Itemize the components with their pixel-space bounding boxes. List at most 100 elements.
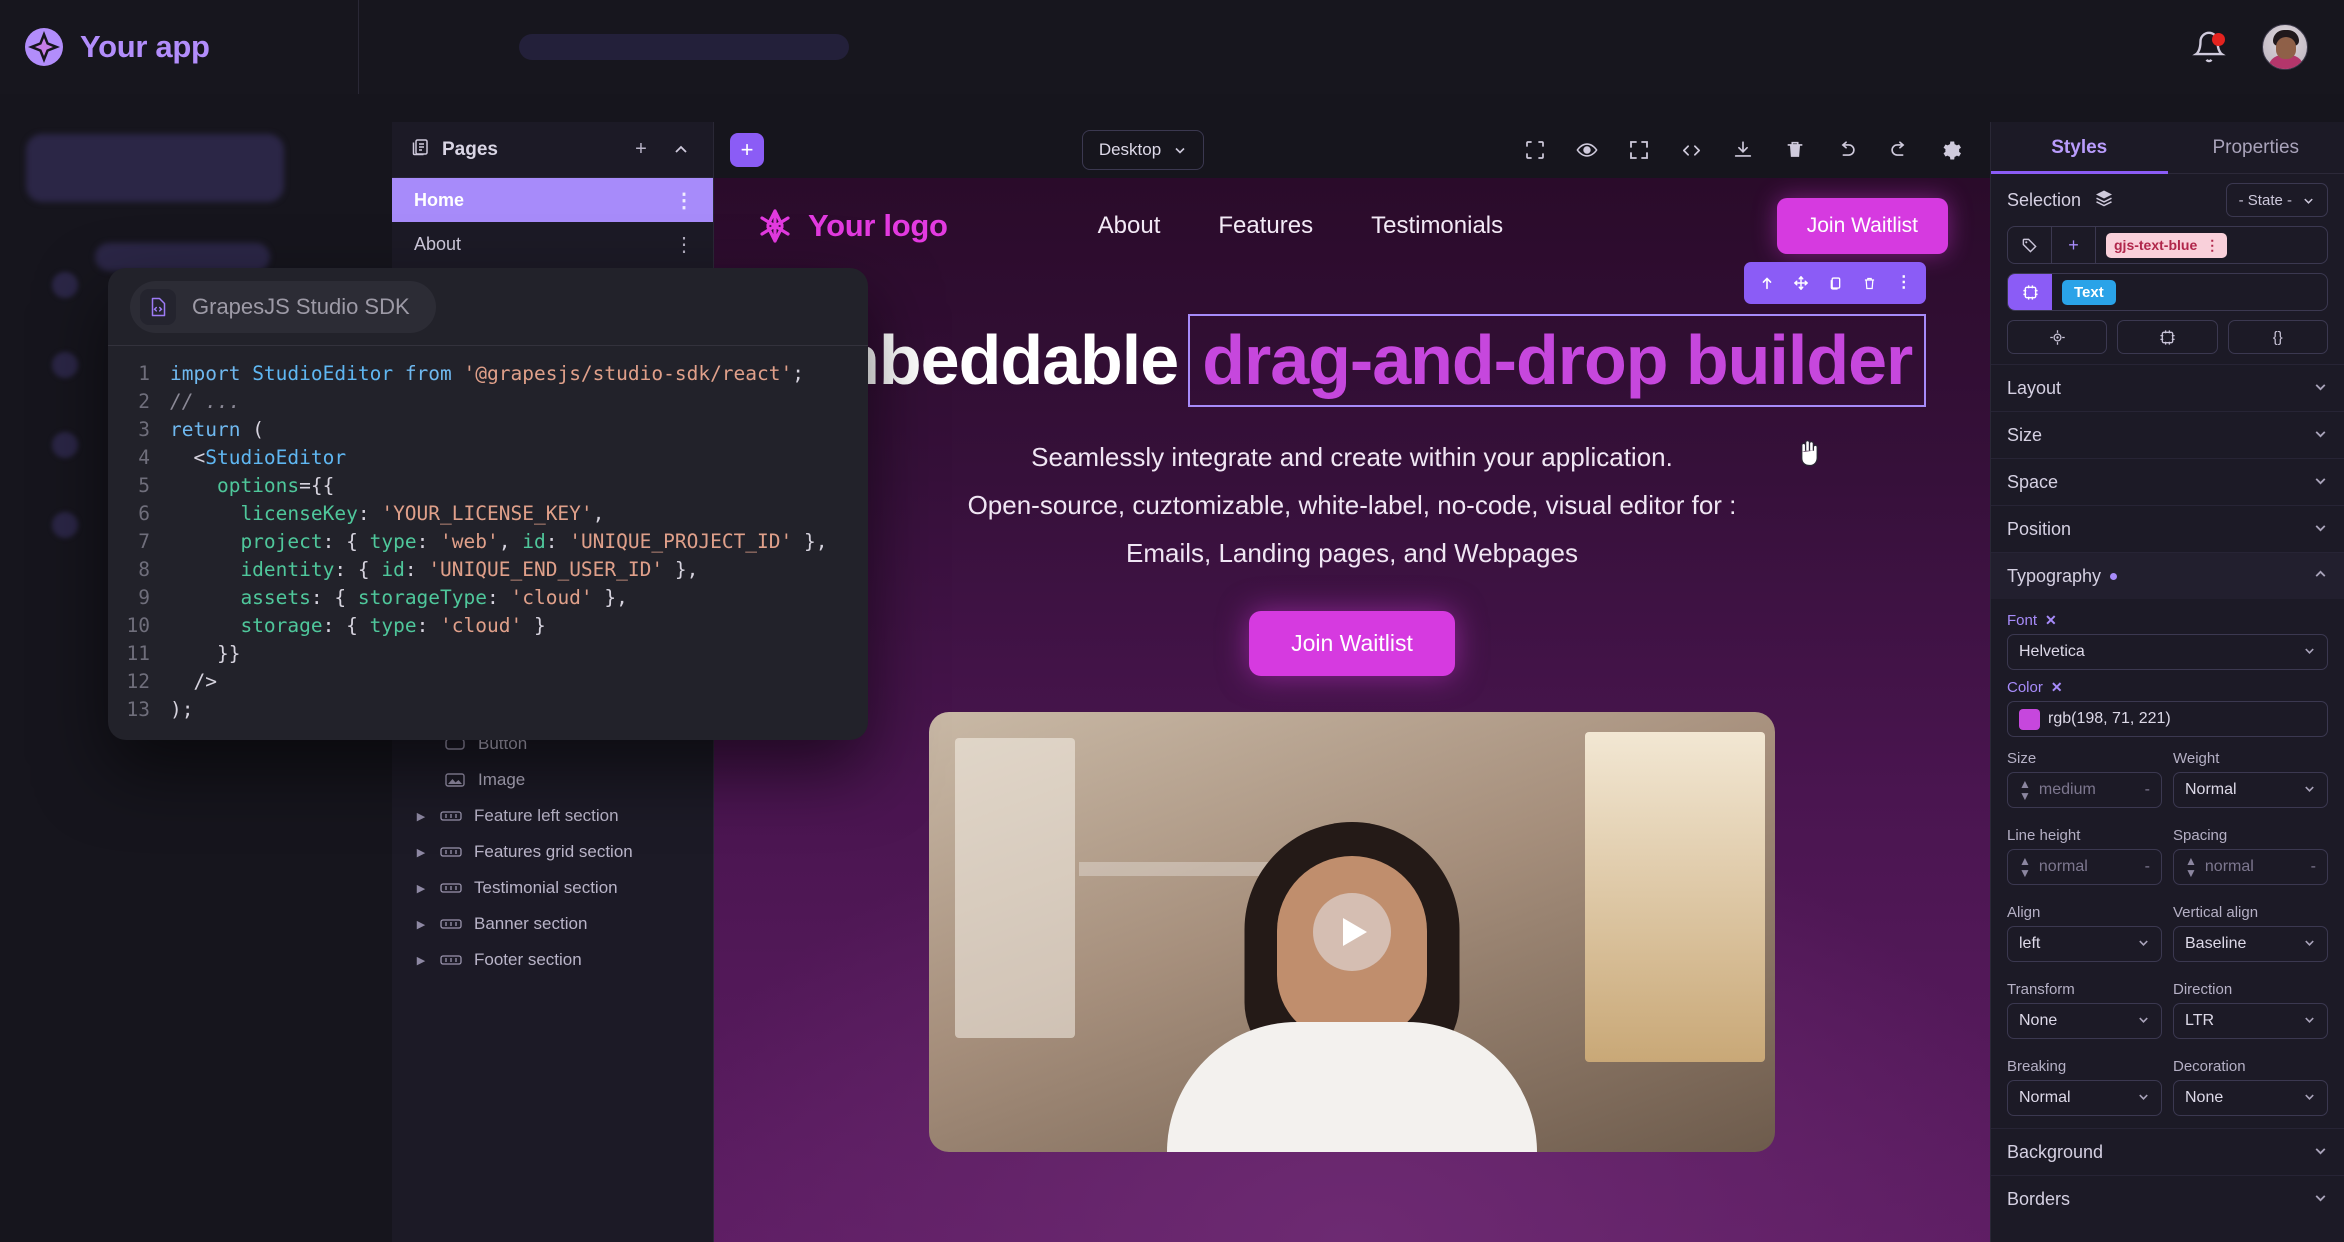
word-break-select[interactable]: Normal <box>2007 1080 2162 1116</box>
text-decoration-select[interactable]: None <box>2173 1080 2328 1116</box>
layers-stack-icon[interactable] <box>2093 188 2115 213</box>
layer-item[interactable]: ▶ Feature left section <box>392 798 713 834</box>
select-parent-arrow-icon[interactable] <box>1752 268 1782 298</box>
canvas-site-preview: Your logo About Features Testimonials Jo… <box>714 178 1990 1242</box>
align-label: Align <box>2007 904 2041 921</box>
stepper-icon[interactable]: ▲ ▼ <box>2019 778 2031 802</box>
state-select[interactable]: - State - <box>2225 183 2328 217</box>
layer-item[interactable]: ▶ Banner section <box>392 906 713 942</box>
add-class-button[interactable]: + <box>2052 227 2096 263</box>
font-size-input[interactable]: ▲ ▼ medium - <box>2007 772 2162 808</box>
component-icon[interactable] <box>2008 274 2052 310</box>
asterisk-logo-icon <box>756 207 794 245</box>
section-position[interactable]: Position <box>1991 505 2344 552</box>
chevron-up-icon[interactable] <box>667 136 695 164</box>
layer-item[interactable]: ▶ Features grid section <box>392 834 713 870</box>
chevron-down-icon <box>2303 644 2316 660</box>
user-avatar[interactable] <box>2262 24 2308 70</box>
site-logo[interactable]: Your logo <box>756 207 948 245</box>
component-type-chip[interactable]: Text <box>2062 279 2116 305</box>
expand-caret-icon[interactable]: ▶ <box>414 918 428 931</box>
page-menu-icon[interactable]: ⋮ <box>674 188 695 213</box>
layer-label: Feature left section <box>474 806 619 825</box>
color-swatch[interactable] <box>2019 708 2040 730</box>
settings-gear-icon[interactable] <box>1938 137 1964 163</box>
delete-icon[interactable] <box>1854 268 1884 298</box>
section-borders[interactable]: Borders <box>1991 1175 2344 1222</box>
target-icon[interactable] <box>2007 320 2108 354</box>
expand-caret-icon[interactable]: ▶ <box>414 882 428 895</box>
vertical-align-select[interactable]: Baseline <box>2173 926 2328 962</box>
hero-join-waitlist-button[interactable]: Join Waitlist <box>1249 611 1455 677</box>
page-menu-icon[interactable]: ⋮ <box>674 232 695 257</box>
section-label: Layout <box>2007 377 2062 398</box>
chevron-down-icon <box>2313 379 2328 397</box>
text-align-select[interactable]: left <box>2007 926 2162 962</box>
section-space[interactable]: Space <box>1991 458 2344 505</box>
layer-item[interactable]: ▶ Testimonial section <box>392 870 713 906</box>
chevron-down-icon <box>2313 1143 2328 1161</box>
code-braces-icon[interactable]: {} <box>2227 320 2328 354</box>
pages-panel-title: Pages <box>442 138 498 160</box>
stepper-icon[interactable]: ▲ ▼ <box>2185 855 2197 879</box>
clear-font-icon[interactable]: ✕ <box>2045 612 2057 629</box>
class-chip-menu-icon[interactable]: ⋮ <box>2205 237 2219 254</box>
style-sections: Layout Size Space Position Typography Fo… <box>1991 364 2344 1222</box>
add-page-button[interactable]: + <box>627 136 655 164</box>
notification-bell-icon[interactable] <box>2192 30 2226 64</box>
section-background[interactable]: Background <box>1991 1128 2344 1175</box>
page-item-about[interactable]: About ⋮ <box>392 222 713 266</box>
fullscreen-icon[interactable] <box>1626 137 1652 163</box>
app-title: Your app <box>80 29 210 64</box>
expand-caret-icon[interactable]: ▶ <box>414 810 428 823</box>
selected-text-component[interactable]: drag-and-drop builder ⋮ <box>1188 262 1927 467</box>
expand-caret-icon[interactable]: ▶ <box>414 846 428 859</box>
code-icon[interactable] <box>1678 137 1704 163</box>
undo-icon[interactable] <box>1834 137 1860 163</box>
direction-select[interactable]: LTR <box>2173 1003 2328 1039</box>
text-transform-select[interactable]: None <box>2007 1003 2162 1039</box>
font-weight-select[interactable]: Normal <box>2173 772 2328 808</box>
code-lines[interactable]: 1 import StudioEditor from '@grapesjs/stu… <box>108 346 868 724</box>
section-label: Borders <box>2007 1188 2071 1209</box>
move-icon[interactable] <box>1786 268 1816 298</box>
tab-properties[interactable]: Properties <box>2168 122 2344 174</box>
layer-item[interactable]: Image <box>392 762 713 798</box>
device-select[interactable]: Desktop <box>1081 130 1205 170</box>
hero-video-thumbnail[interactable] <box>929 712 1775 1153</box>
component-icon[interactable] <box>2117 320 2218 354</box>
stepper-icon[interactable]: ▲ ▼ <box>2019 855 2031 879</box>
site-nav-link-features[interactable]: Features <box>1218 212 1313 240</box>
brand[interactable]: Your app <box>0 0 358 94</box>
redo-icon[interactable] <box>1886 137 1912 163</box>
page-item-home[interactable]: Home ⋮ <box>392 178 713 222</box>
add-block-button[interactable]: + <box>730 133 764 167</box>
hero-heading-selected: drag-and-drop builder <box>1202 321 1913 399</box>
pages-list: Home ⋮ About ⋮ <box>392 178 713 266</box>
preview-eye-icon[interactable] <box>1574 137 1600 163</box>
color-field[interactable]: rgb(198, 71, 221) <box>2007 701 2328 737</box>
site-nav-link-about[interactable]: About <box>1098 212 1161 240</box>
letter-spacing-input[interactable]: ▲ ▼ normal - <box>2173 849 2328 885</box>
section-size[interactable]: Size <box>1991 411 2344 458</box>
download-icon[interactable] <box>1730 137 1756 163</box>
copy-icon[interactable] <box>1820 268 1850 298</box>
more-options-icon[interactable]: ⋮ <box>1888 268 1918 298</box>
decor-dot <box>52 352 78 378</box>
site-nav-join-waitlist-button[interactable]: Join Waitlist <box>1776 198 1948 254</box>
trash-icon[interactable] <box>1782 137 1808 163</box>
play-button-icon[interactable] <box>1313 893 1391 972</box>
line-height-input[interactable]: ▲ ▼ normal - <box>2007 849 2162 885</box>
layer-item[interactable]: ▶ Footer section <box>392 942 713 978</box>
tag-icon[interactable] <box>2008 227 2052 263</box>
clear-color-icon[interactable]: ✕ <box>2051 679 2063 696</box>
class-chip-gjs-text-blue[interactable]: gjs-text-blue ⋮ <box>2106 232 2228 258</box>
direction-value: LTR <box>2185 1012 2215 1029</box>
tab-styles[interactable]: Styles <box>1991 122 2168 174</box>
section-layout[interactable]: Layout <box>1991 364 2344 411</box>
site-nav-link-testimonials[interactable]: Testimonials <box>1371 212 1503 240</box>
fullscreen-borders-icon[interactable] <box>1522 137 1548 163</box>
expand-caret-icon[interactable]: ▶ <box>414 954 428 967</box>
font-family-select[interactable]: Helvetica <box>2007 634 2328 670</box>
section-typography[interactable]: Typography <box>1991 552 2344 599</box>
